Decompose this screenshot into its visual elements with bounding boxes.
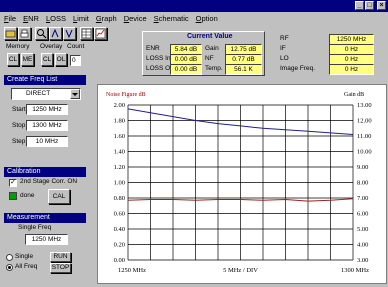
cv-value2-2: 56.1 K [225, 64, 262, 75]
single-freq-label: Single Freq [18, 224, 52, 231]
memory-clear-button[interactable]: CL [7, 53, 19, 66]
y-left-label: Noise Figure dB [106, 92, 146, 98]
cv-value-2: 0.00 dB [170, 64, 202, 75]
open-icon[interactable] [4, 27, 17, 40]
maximize-button[interactable]: □ [365, 1, 374, 10]
graph-icon[interactable] [94, 27, 107, 40]
freq-label-2: LO [280, 55, 289, 62]
count-label: Count [67, 43, 85, 50]
y-right-tick-4: 9.00 [357, 164, 368, 171]
step-label: Step [12, 138, 26, 145]
y-right-tick-8: 5.00 [357, 226, 368, 233]
freq-label-3: Image Freq. [280, 65, 316, 72]
freq-label-0: RF [280, 35, 289, 42]
freq-label-1: IF [280, 45, 286, 52]
menu-item-loss[interactable]: LOSS [42, 13, 69, 24]
chart-svg: Noise Figure dB Gain dB 2.00 13.00 1.80 12.00… [106, 92, 372, 274]
second-stage-checkbox[interactable]: ✓ [9, 179, 17, 187]
cv-label-1: LOSS In [146, 55, 171, 62]
y-right-tick-5: 8.00 [357, 180, 368, 187]
y-left-tick-6: 0.80 [114, 195, 125, 202]
cal-button[interactable]: CAL [48, 189, 70, 204]
overlay-button[interactable]: OL [55, 53, 67, 66]
x-center-label: 5 MHz / DIV [223, 267, 258, 274]
second-stage-label: 2nd Stage Corr. ON [20, 178, 78, 185]
marker-up-icon[interactable] [49, 27, 62, 40]
y-right-tick-10: 3.00 [357, 257, 368, 264]
stop-freq-field[interactable]: 1300 MHz [26, 120, 68, 131]
chart-panel: Noise Figure dB Gain dB 2.00 13.00 1.80 12.00… [97, 84, 387, 284]
marker-down-icon[interactable] [63, 27, 76, 40]
menu-item-device[interactable]: Device [120, 13, 150, 24]
step-freq-field[interactable]: 10 MHz [26, 136, 68, 147]
toolbar [4, 27, 116, 41]
y-right-tick-2: 11.00 [357, 133, 371, 140]
done-label: done [20, 192, 35, 199]
y-left-tick-5: 1.00 [114, 180, 125, 187]
mode-value: DIRECT [26, 90, 51, 97]
y-right-tick-0: 13.00 [357, 102, 372, 109]
search-icon[interactable] [35, 27, 48, 40]
y-right-tick-9: 4.00 [357, 242, 368, 249]
create-freq-header: Create Freq List [4, 75, 86, 85]
calibration-header: Calibration [4, 167, 86, 177]
current-value-title: Current Value [187, 33, 233, 40]
cv-label-0: ENR [146, 45, 160, 52]
y-right-tick-6: 7.00 [357, 195, 368, 202]
menu-item-schematic[interactable]: Schematic [150, 13, 192, 24]
memory-label: Memory [6, 43, 30, 50]
y-right-tick-1: 12.00 [357, 118, 372, 125]
menu-item-option[interactable]: Option [192, 13, 221, 24]
chevron-down-icon[interactable] [70, 89, 80, 99]
y-left-tick-2: 1.60 [114, 133, 125, 140]
print-icon[interactable] [18, 27, 31, 40]
single-freq-field[interactable]: 1250 MHz [25, 234, 68, 245]
table-icon[interactable] [80, 27, 93, 40]
y-left-tick-10: 0.00 [114, 257, 125, 264]
all-freq-label: All Freq [15, 263, 38, 270]
measurement-header: Measurement [4, 213, 86, 223]
all-freq-radio[interactable] [6, 264, 13, 271]
cv-label2-1: NF [205, 55, 214, 62]
single-label: Single [15, 253, 34, 260]
menu-bar: File ENR LOSS Limit Graph Device Schematic Opti… [0, 13, 388, 24]
y-left-tick-4: 1.20 [114, 164, 125, 171]
cv-label2-0: Gain [205, 45, 219, 52]
close-button[interactable]: × [377, 1, 386, 10]
menu-item-enr[interactable]: ENR [19, 13, 42, 24]
x-right-label: 1300 MHz [341, 267, 369, 274]
count-field[interactable]: 0 [70, 55, 81, 66]
menu-item-graph[interactable]: Graph [92, 13, 120, 24]
overlay-label: Overlay [40, 43, 63, 50]
menu-item-file[interactable]: File [0, 13, 19, 24]
stop-label: Stop [12, 122, 26, 129]
freq-value-3: 0 Hz [329, 64, 374, 75]
y-right-label: Gain dB [344, 92, 364, 98]
overlay-clear-button[interactable]: CL [41, 53, 53, 66]
single-radio[interactable] [6, 254, 13, 261]
title-bar: _ □ × [0, 0, 388, 12]
minimize-button[interactable]: _ [355, 1, 364, 10]
start-freq-field[interactable]: 1250 MHz [26, 104, 68, 115]
run-button[interactable]: RUN [50, 252, 71, 262]
x-left-label: 1250 MHz [118, 267, 146, 274]
menu-item-limit[interactable]: Limit [69, 13, 92, 24]
y-left-tick-9: 0.20 [114, 242, 125, 249]
y-left-tick-3: 1.40 [114, 149, 125, 156]
memory-store-button[interactable]: ME [21, 53, 34, 66]
start-label: Start [12, 106, 26, 113]
y-left-tick-7: 0.60 [114, 211, 125, 218]
stop-button[interactable]: STOP [50, 263, 71, 273]
y-right-tick-7: 6.00 [357, 211, 368, 218]
y-left-tick-8: 0.40 [114, 226, 125, 233]
y-right-tick-3: 10.00 [357, 149, 372, 156]
done-indicator [9, 192, 17, 200]
cv-label2-2: Temp. [205, 65, 223, 72]
y-left-tick-0: 2.00 [114, 102, 125, 109]
y-left-tick-1: 1.80 [114, 118, 125, 125]
